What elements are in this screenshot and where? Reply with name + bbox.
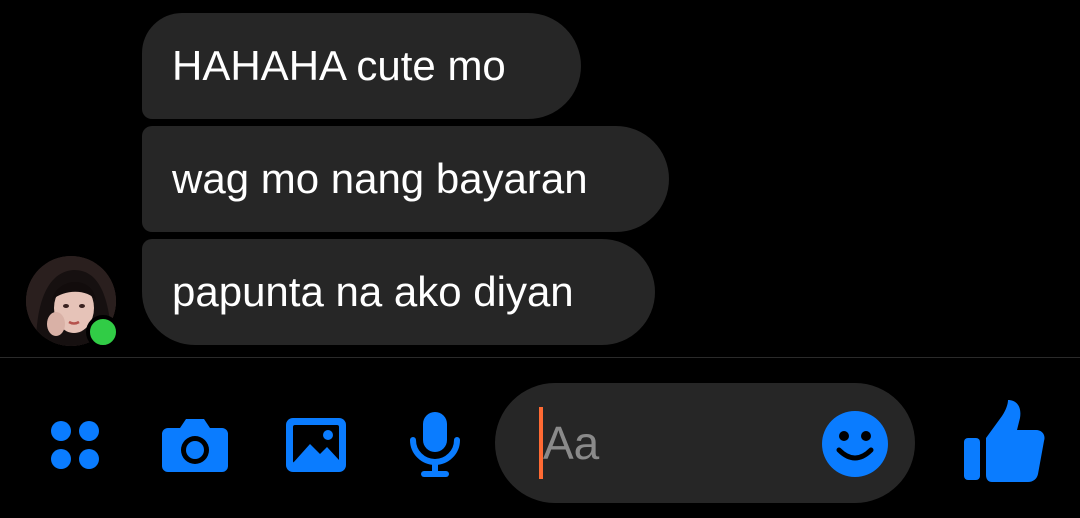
- gallery-button[interactable]: [282, 405, 350, 485]
- message-bubble[interactable]: HAHAHA cute mo: [142, 13, 581, 119]
- online-status-dot: [86, 315, 120, 349]
- photo-icon: [286, 418, 346, 472]
- apps-icon: [51, 421, 99, 469]
- camera-button[interactable]: [158, 405, 232, 485]
- divider: [0, 357, 1080, 358]
- thumbs-up-icon: [964, 400, 1045, 482]
- message-input[interactable]: [543, 408, 803, 478]
- message-bubble[interactable]: wag mo nang bayaran: [142, 126, 669, 232]
- emoji-button[interactable]: [821, 410, 889, 478]
- message-composer[interactable]: [495, 383, 915, 503]
- emoji-icon: [822, 411, 888, 477]
- message-bubble[interactable]: papunta na ako diyan: [142, 239, 655, 345]
- like-button[interactable]: [962, 398, 1046, 484]
- chat-screen: HAHAHA cute mo wag mo nang bayaran papun…: [0, 0, 1080, 518]
- camera-icon: [162, 419, 228, 472]
- microphone-icon: [410, 412, 460, 477]
- voice-message-button[interactable]: [404, 405, 466, 485]
- apps-button[interactable]: [40, 405, 110, 485]
